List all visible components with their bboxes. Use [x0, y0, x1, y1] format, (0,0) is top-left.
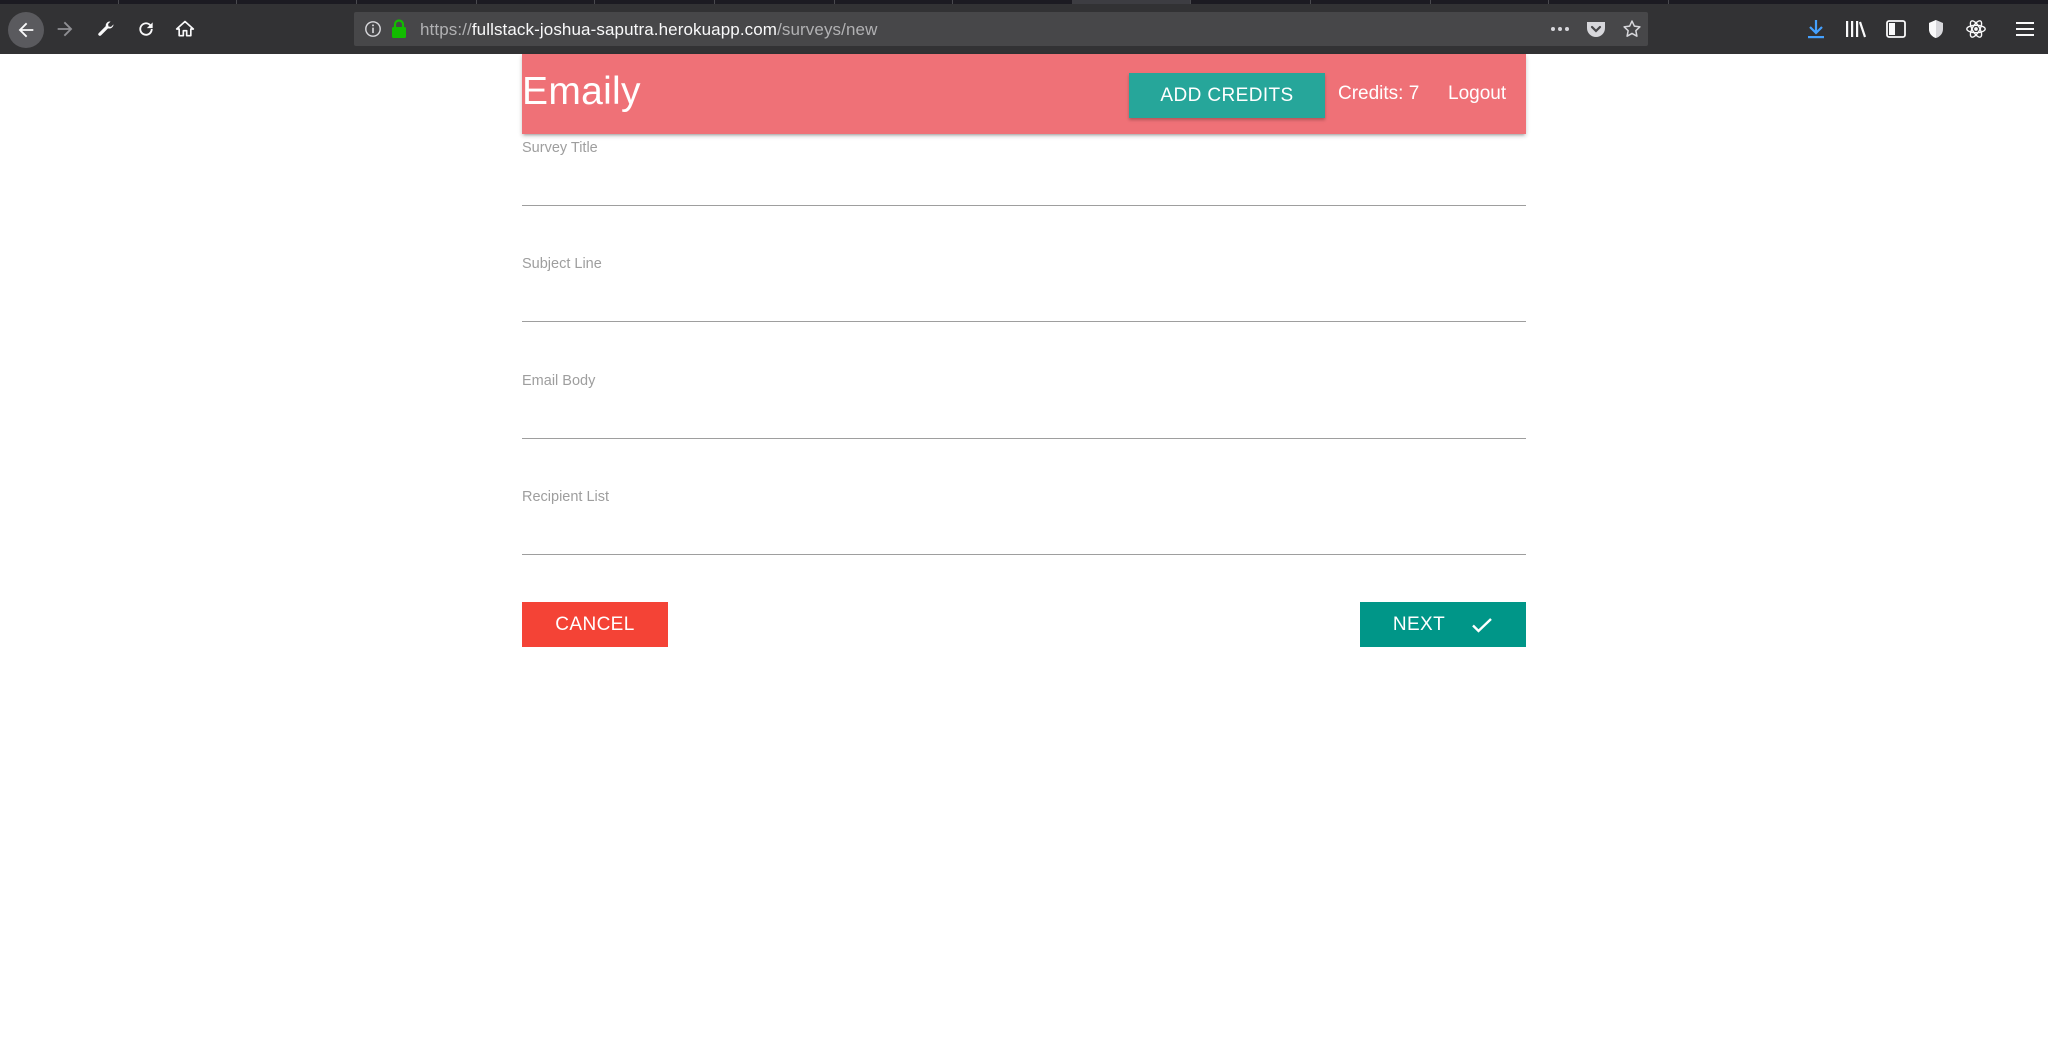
- url-scheme: https://: [420, 20, 472, 39]
- app-container: Emaily ADD CREDITS Credits: 7 Logout Sur…: [522, 54, 1526, 647]
- info-icon[interactable]: [364, 20, 382, 38]
- survey-title-input[interactable]: [522, 162, 1526, 206]
- lock-icon[interactable]: [390, 19, 408, 39]
- privacy-button[interactable]: [1921, 14, 1951, 44]
- add-credits-button[interactable]: ADD CREDITS: [1129, 73, 1325, 118]
- url-path: /surveys/new: [777, 20, 878, 39]
- navbar: Emaily ADD CREDITS Credits: 7 Logout: [522, 54, 1526, 134]
- library-icon: [1846, 21, 1867, 38]
- browser-chrome: https://fullstack-joshua-saputra.herokua…: [0, 0, 2048, 54]
- recipient-list-label: Recipient List: [522, 489, 610, 505]
- home-icon: [175, 20, 195, 37]
- recipient-list-field: Recipient List: [522, 489, 1526, 579]
- reload-icon: [139, 22, 153, 36]
- page-actions-button[interactable]: [1548, 18, 1572, 40]
- more-horizontal-icon: [1551, 27, 1569, 31]
- hamburger-menu-icon: [2016, 22, 2034, 36]
- subject-line-field: Subject Line: [522, 256, 1526, 346]
- library-button[interactable]: [1841, 14, 1871, 44]
- sidebar-icon: [1886, 20, 1906, 38]
- star-icon: [1623, 20, 1641, 37]
- email-body-input[interactable]: [522, 395, 1526, 439]
- shield-icon: [1929, 20, 1943, 38]
- url-text[interactable]: https://fullstack-joshua-saputra.herokua…: [420, 20, 877, 40]
- back-button[interactable]: [8, 12, 44, 48]
- pocket-button[interactable]: [1584, 18, 1608, 40]
- url-host: fullstack-joshua-saputra.herokuapp.com: [471, 20, 778, 39]
- arrow-right-icon: [57, 21, 73, 37]
- bookmark-button[interactable]: [1620, 18, 1644, 40]
- downloads-button[interactable]: [1801, 14, 1831, 44]
- devtools-button[interactable]: [91, 14, 121, 44]
- email-body-label: Email Body: [522, 373, 596, 389]
- react-icon: [1966, 20, 1986, 38]
- download-icon: [1808, 20, 1824, 39]
- credits-count: Credits: 7: [1338, 83, 1420, 104]
- cancel-button[interactable]: CANCEL: [522, 602, 668, 647]
- url-bar[interactable]: https://fullstack-joshua-saputra.herokua…: [354, 12, 1648, 46]
- logout-link[interactable]: Logout: [1448, 83, 1506, 105]
- react-devtools-button[interactable]: [1961, 14, 1991, 44]
- next-button[interactable]: NEXT: [1360, 602, 1526, 647]
- email-body-field: Email Body: [522, 373, 1526, 463]
- check-icon: [1472, 617, 1492, 633]
- next-label: NEXT: [1392, 613, 1446, 635]
- home-button[interactable]: [170, 14, 200, 44]
- wrench-icon: [98, 21, 114, 36]
- browser-toolbar: https://fullstack-joshua-saputra.herokua…: [0, 4, 2048, 54]
- sidebar-button[interactable]: [1881, 14, 1911, 44]
- menu-button[interactable]: [2010, 14, 2040, 44]
- arrow-left-icon: [18, 22, 34, 38]
- subject-line-input[interactable]: [522, 278, 1526, 322]
- subject-line-label: Subject Line: [522, 256, 602, 272]
- brand-logo-link[interactable]: Emaily: [522, 70, 641, 114]
- recipient-list-input[interactable]: [522, 511, 1526, 555]
- cancel-label: CANCEL: [555, 613, 635, 635]
- pocket-icon: [1587, 22, 1605, 37]
- survey-title-label: Survey Title: [522, 140, 598, 156]
- forward-button[interactable]: [50, 14, 80, 44]
- reload-button[interactable]: [131, 14, 161, 44]
- survey-title-field: Survey Title: [522, 140, 1526, 230]
